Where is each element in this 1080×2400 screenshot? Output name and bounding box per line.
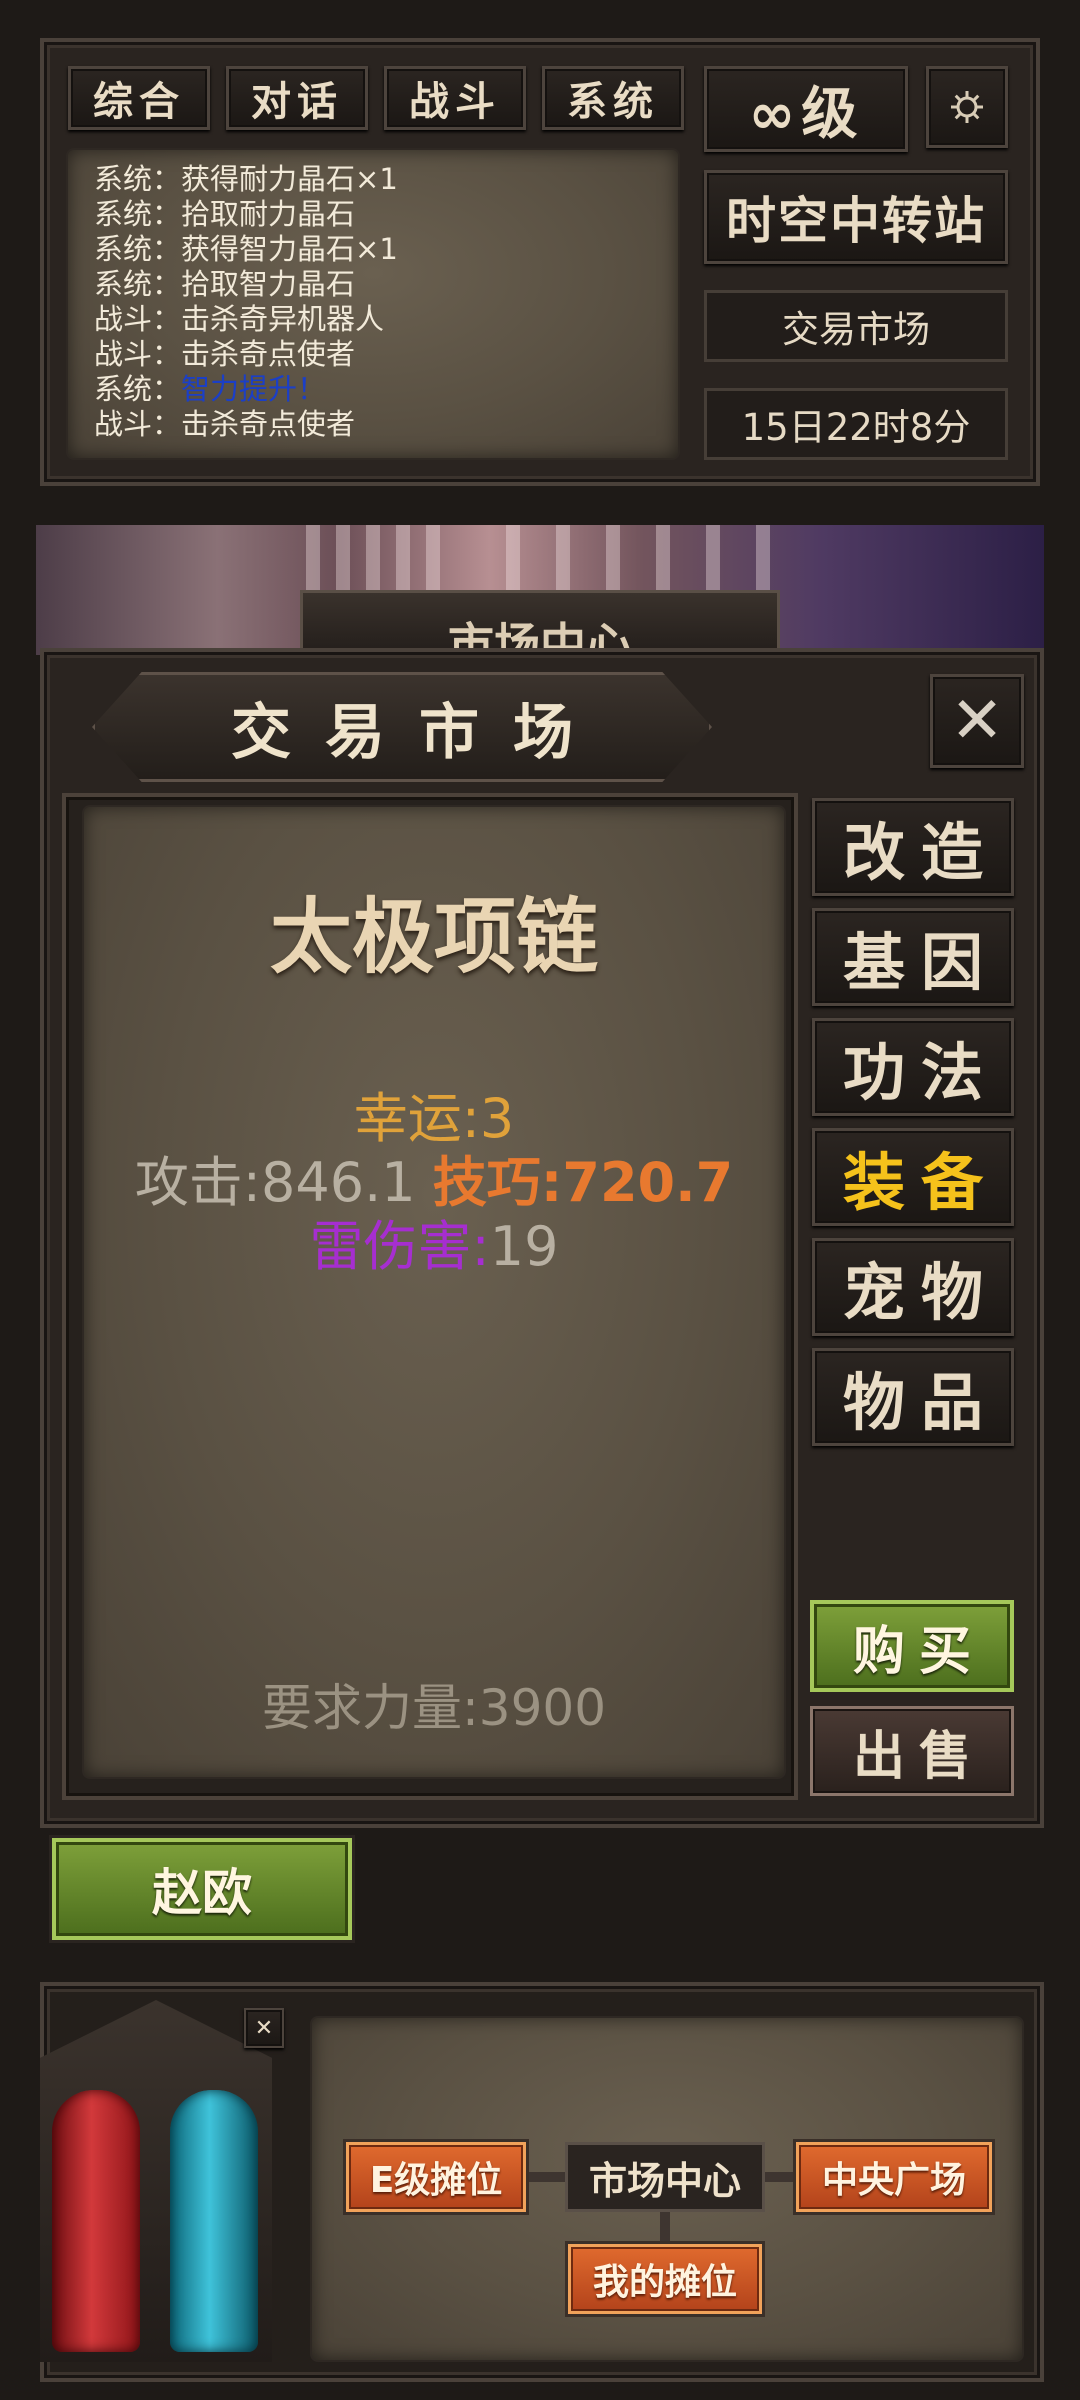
chat-log[interactable]: 系统：获得耐力晶石×1 系统：拾取耐力晶石 系统：获得智力晶石×1 系统：拾取智… xyxy=(68,150,678,458)
path-connector xyxy=(762,2172,800,2182)
chat-line: 战斗：击杀奇点使者 xyxy=(94,407,652,442)
settings-button[interactable] xyxy=(926,66,1008,148)
chat-prefix: 系统： xyxy=(94,267,182,301)
chat-line: 系统：获得耐力晶石×1 xyxy=(94,162,652,197)
category-pet[interactable]: 宠物 xyxy=(812,1238,1014,1336)
chat-message-highlight: 智力提升！ xyxy=(181,372,327,406)
chat-line: 战斗：击杀奇点使者 xyxy=(94,337,652,372)
path-connector xyxy=(520,2172,568,2182)
buy-button[interactable]: 购买 xyxy=(810,1600,1014,1692)
category-equipment[interactable]: 装备 xyxy=(812,1128,1014,1226)
chat-prefix: 战斗： xyxy=(94,407,182,441)
collapse-button[interactable]: ✕ xyxy=(244,2008,284,2048)
chat-prefix: 系统： xyxy=(94,197,182,231)
category-items[interactable]: 物品 xyxy=(812,1348,1014,1446)
health-potion xyxy=(52,2090,140,2352)
time-station-button[interactable]: 时空中转站 xyxy=(704,170,1008,264)
gear-icon xyxy=(951,91,983,123)
chat-message: 击杀奇点使者 xyxy=(181,337,356,371)
location-label: 交易市场 xyxy=(704,290,1008,362)
chat-message: 拾取耐力晶石 xyxy=(181,197,356,231)
chat-message: 击杀奇点使者 xyxy=(181,407,356,441)
tab-dialogue[interactable]: 对话 xyxy=(226,66,368,130)
dialog-title: 交易市场 xyxy=(231,697,607,768)
my-stall-button[interactable]: 我的摊位 xyxy=(568,2244,762,2314)
chat-message: 获得耐力晶石×1 xyxy=(181,162,398,196)
game-time: 15日22时8分 xyxy=(704,388,1008,460)
item-name: 太极项链 xyxy=(269,890,598,985)
level-display: ∞级 xyxy=(704,66,908,152)
stat-thunder-value: 19 xyxy=(489,1215,559,1278)
chat-message: 拾取智力晶石 xyxy=(181,267,356,301)
tab-general[interactable]: 综合 xyxy=(68,66,210,130)
close-icon: ✕ xyxy=(254,2015,274,2041)
stall-e-button[interactable]: E级摊位 xyxy=(346,2142,526,2212)
chat-line: 战斗：击杀奇异机器人 xyxy=(94,302,652,337)
chat-prefix: 系统： xyxy=(94,372,182,406)
sell-button[interactable]: 出售 xyxy=(810,1706,1014,1796)
stat-row-thunder: 雷伤害:19 xyxy=(84,1202,784,1281)
stat-thunder-label: 雷伤害: xyxy=(309,1215,490,1278)
chat-line: 系统：拾取智力晶石 xyxy=(94,267,652,302)
chat-prefix: 战斗： xyxy=(94,302,182,336)
chat-message: 获得智力晶石×1 xyxy=(181,232,398,266)
tab-combat[interactable]: 战斗 xyxy=(384,66,526,130)
chat-line: 系统：获得智力晶石×1 xyxy=(94,232,652,267)
chat-line: 系统：拾取耐力晶石 xyxy=(94,197,652,232)
mana-potion xyxy=(170,2090,258,2352)
close-icon: ✕ xyxy=(950,684,1004,758)
chat-message: 击杀奇异机器人 xyxy=(181,302,385,336)
player-name-button[interactable]: 赵欧 xyxy=(52,1838,352,1940)
dialog-title-plate: 交易市场 xyxy=(92,672,712,782)
category-skill[interactable]: 功法 xyxy=(812,1018,1014,1116)
tab-system[interactable]: 系统 xyxy=(542,66,684,130)
chat-prefix: 战斗： xyxy=(94,337,182,371)
category-gene[interactable]: 基因 xyxy=(812,908,1014,1006)
item-requirement: 要求力量:3900 xyxy=(261,1679,607,1737)
central-square-button[interactable]: 中央广场 xyxy=(796,2142,992,2212)
category-modify[interactable]: 改造 xyxy=(812,798,1014,896)
market-center-button[interactable]: 市场中心 xyxy=(565,2142,765,2212)
chat-prefix: 系统： xyxy=(94,162,182,196)
close-button[interactable]: ✕ xyxy=(930,674,1024,768)
chat-prefix: 系统： xyxy=(94,232,182,266)
chat-line: 系统：智力提升！ xyxy=(94,372,652,407)
